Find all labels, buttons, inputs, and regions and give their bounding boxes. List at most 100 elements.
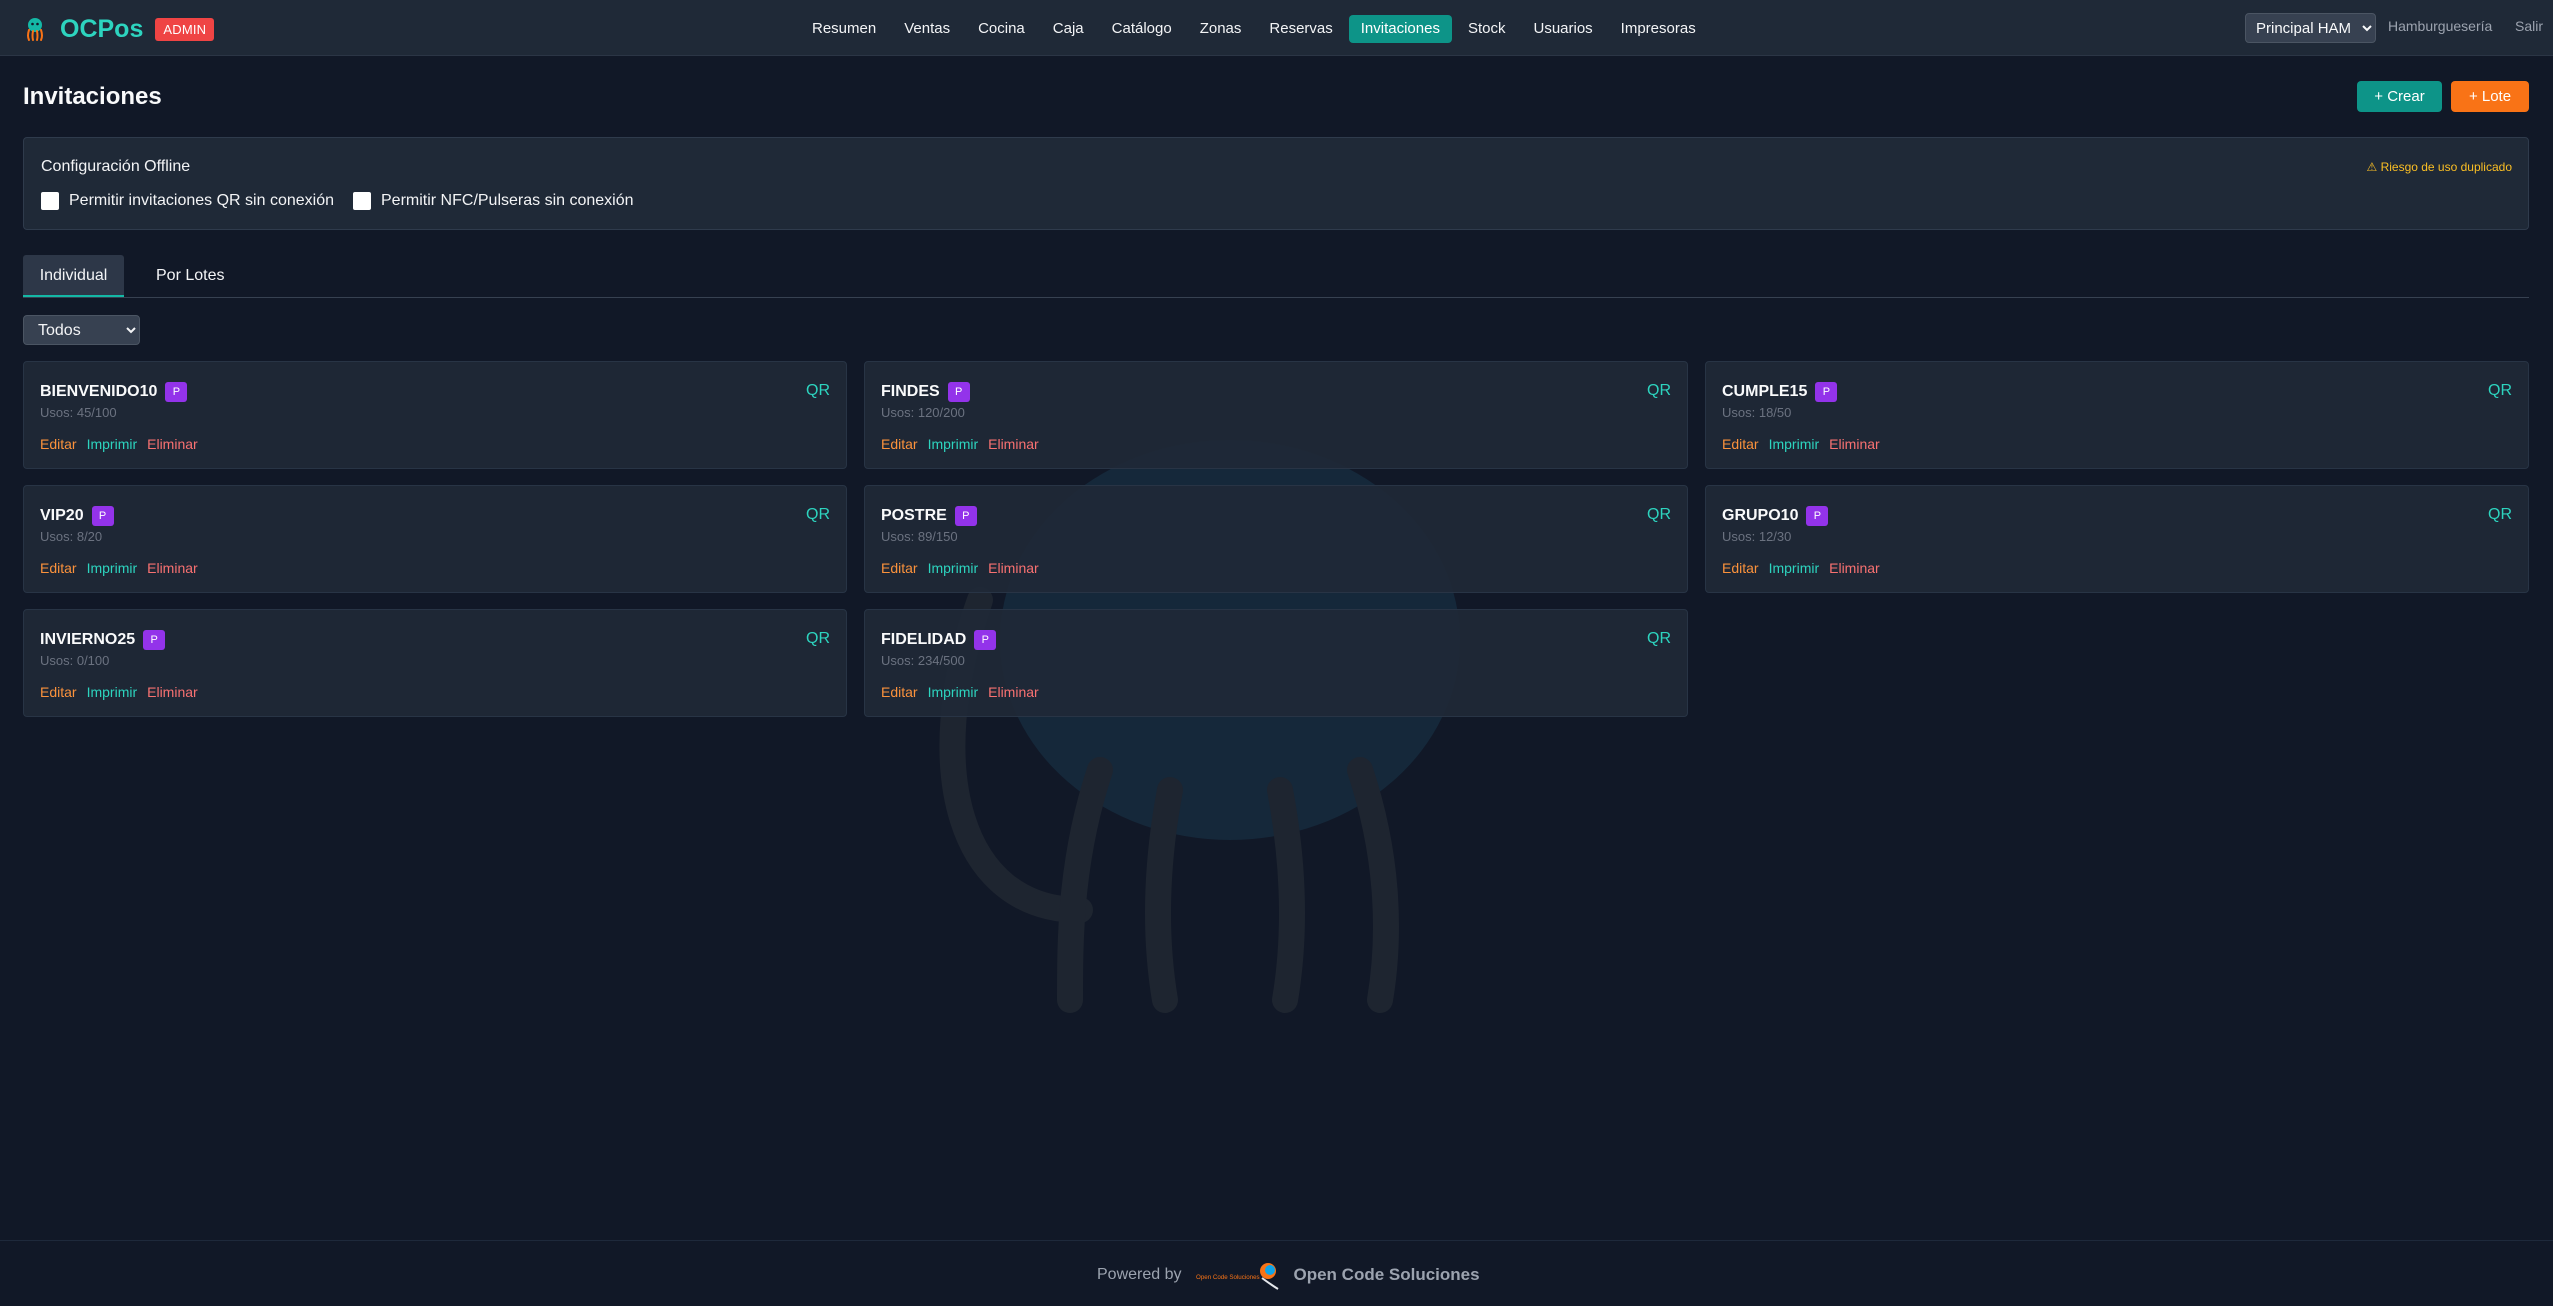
invitation-card: CUMPLE15 P QR Usos: 18/50 Editar Imprimir Elim… xyxy=(1705,361,2529,469)
offline-qr-label: Permitir invitaciones QR sin conexión xyxy=(69,192,334,209)
brand[interactable]: OCPos ADMIN xyxy=(22,14,215,44)
invitation-type: QR xyxy=(1647,382,1671,399)
delete-link[interactable]: Eliminar xyxy=(988,436,1039,452)
delete-link[interactable]: Eliminar xyxy=(1829,560,1880,576)
invitation-code-text: VIP20 xyxy=(40,507,84,524)
offline-qr-checkbox[interactable] xyxy=(41,192,59,210)
nav-ventas[interactable]: Ventas xyxy=(892,15,962,43)
invitation-code: GRUPO10 P xyxy=(1722,506,1829,526)
invitation-code-text: BIENVENIDO10 xyxy=(40,383,158,400)
invitation-type: QR xyxy=(1647,506,1671,523)
print-link[interactable]: Imprimir xyxy=(1769,436,1820,452)
card-actions: Editar Imprimir Eliminar xyxy=(881,560,1049,576)
octopus-logo-icon xyxy=(27,18,43,41)
type-filter-select[interactable]: Todos xyxy=(23,315,140,345)
invitation-code: BIENVENIDO10 P xyxy=(40,382,188,402)
invitation-uses: Usos: 234/500 xyxy=(881,653,965,668)
tab-por-lotes[interactable]: Por Lotes xyxy=(156,255,224,298)
tabs-divider xyxy=(23,297,2529,298)
print-link[interactable]: Imprimir xyxy=(928,436,979,452)
card-actions: Editar Imprimir Eliminar xyxy=(881,436,1049,452)
branch-select[interactable]: Principal HAM xyxy=(2245,13,2376,43)
print-link[interactable]: Imprimir xyxy=(87,436,138,452)
invitation-uses: Usos: 120/200 xyxy=(881,405,965,420)
card-actions: Editar Imprimir Eliminar xyxy=(40,560,208,576)
nav-caja[interactable]: Caja xyxy=(1041,15,1096,43)
delete-link[interactable]: Eliminar xyxy=(147,560,198,576)
print-link[interactable]: Imprimir xyxy=(928,560,979,576)
p-badge: P xyxy=(947,382,970,402)
invitation-uses: Usos: 12/30 xyxy=(1722,529,1792,544)
p-badge: P xyxy=(1815,382,1838,402)
edit-link[interactable]: Editar xyxy=(881,684,918,700)
card-actions: Editar Imprimir Eliminar xyxy=(881,684,1049,700)
top-navbar: OCPos ADMIN Resumen Ventas Cocina Caja C… xyxy=(0,0,2553,56)
invitation-card: POSTRE P QR Usos: 89/150 Editar Imprimir Elimi… xyxy=(864,485,1688,593)
offline-config-title: Configuración Offline xyxy=(41,158,191,175)
invitation-card: INVIERNO25 P QR Usos: 0/100 Editar Imprimir El… xyxy=(23,609,847,717)
offline-nfc-toggle[interactable]: Permitir NFC/Pulseras sin conexión xyxy=(353,192,634,210)
brand-name: OCPos xyxy=(60,14,144,43)
create-batch-button[interactable]: + Lote xyxy=(2451,81,2529,112)
role-badge: ADMIN xyxy=(155,17,215,41)
print-link[interactable]: Imprimir xyxy=(87,560,138,576)
invitation-code-text: CUMPLE15 xyxy=(1722,383,1808,400)
logout-link[interactable]: Salir xyxy=(2515,18,2543,34)
p-badge: P xyxy=(143,630,166,650)
edit-link[interactable]: Editar xyxy=(1722,436,1759,452)
nav-reservas[interactable]: Reservas xyxy=(1257,15,1344,43)
nav-usuarios[interactable]: Usuarios xyxy=(1521,15,1604,43)
nav-zonas[interactable]: Zonas xyxy=(1188,15,1254,43)
invitation-card: FIDELIDAD P QR Usos: 234/500 Editar Imprimir E… xyxy=(864,609,1688,717)
p-badge: P xyxy=(1806,506,1829,526)
card-actions: Editar Imprimir Eliminar xyxy=(40,436,208,452)
offline-nfc-checkbox[interactable] xyxy=(353,192,371,210)
tab-individual[interactable]: Individual xyxy=(23,255,124,298)
invitation-code-text: FINDES xyxy=(881,383,940,400)
edit-link[interactable]: Editar xyxy=(40,560,77,576)
footer-logo-text: Open Code Soluciones xyxy=(1196,1274,1260,1281)
invitation-code-text: POSTRE xyxy=(881,507,947,524)
invitation-type: QR xyxy=(2488,382,2512,399)
edit-link[interactable]: Editar xyxy=(1722,560,1759,576)
nav-stock[interactable]: Stock xyxy=(1456,15,1518,43)
invitation-code-text: INVIERNO25 xyxy=(40,631,136,648)
invitation-uses: Usos: 89/150 xyxy=(881,529,958,544)
warning-icon: ⚠ xyxy=(2366,160,2378,174)
edit-link[interactable]: Editar xyxy=(40,684,77,700)
card-actions: Editar Imprimir Eliminar xyxy=(1722,436,1890,452)
delete-link[interactable]: Eliminar xyxy=(1829,436,1880,452)
delete-link[interactable]: Eliminar xyxy=(988,560,1039,576)
delete-link[interactable]: Eliminar xyxy=(988,684,1039,700)
nav-resumen[interactable]: Resumen xyxy=(800,15,888,43)
duplicate-risk-text: Riesgo de uso duplicado xyxy=(2380,160,2512,174)
edit-link[interactable]: Editar xyxy=(40,436,77,452)
print-link[interactable]: Imprimir xyxy=(87,684,138,700)
edit-link[interactable]: Editar xyxy=(881,560,918,576)
p-badge: P xyxy=(165,382,188,402)
delete-link[interactable]: Eliminar xyxy=(147,436,198,452)
delete-link[interactable]: Eliminar xyxy=(147,684,198,700)
nav-invitaciones[interactable]: Invitaciones xyxy=(1348,15,1452,43)
offline-qr-toggle[interactable]: Permitir invitaciones QR sin conexión xyxy=(41,192,334,210)
print-link[interactable]: Imprimir xyxy=(1769,560,1820,576)
create-button[interactable]: + Crear xyxy=(2357,81,2442,112)
p-badge: P xyxy=(954,506,977,526)
offline-nfc-label: Permitir NFC/Pulseras sin conexión xyxy=(381,192,634,209)
edit-link[interactable]: Editar xyxy=(881,436,918,452)
invitation-card: VIP20 P QR Usos: 8/20 Editar Imprimir Eliminar xyxy=(23,485,847,593)
invitation-code: POSTRE P xyxy=(881,506,977,526)
main-nav: Resumen Ventas Cocina Caja Catálogo Zona… xyxy=(800,15,1712,43)
print-link[interactable]: Imprimir xyxy=(928,684,979,700)
nav-impresoras[interactable]: Impresoras xyxy=(1609,15,1708,43)
invitation-uses: Usos: 45/100 xyxy=(40,405,117,420)
invitation-type: QR xyxy=(806,382,830,399)
card-actions: Editar Imprimir Eliminar xyxy=(1722,560,1890,576)
p-badge: P xyxy=(974,630,997,650)
invitation-type: QR xyxy=(2488,506,2512,523)
p-badge: P xyxy=(91,506,114,526)
nav-catalogo[interactable]: Catálogo xyxy=(1100,15,1184,43)
open-code-logo: Open Code Soluciones xyxy=(1196,1263,1279,1290)
invitation-code-text: GRUPO10 xyxy=(1722,507,1799,524)
nav-cocina[interactable]: Cocina xyxy=(966,15,1037,43)
